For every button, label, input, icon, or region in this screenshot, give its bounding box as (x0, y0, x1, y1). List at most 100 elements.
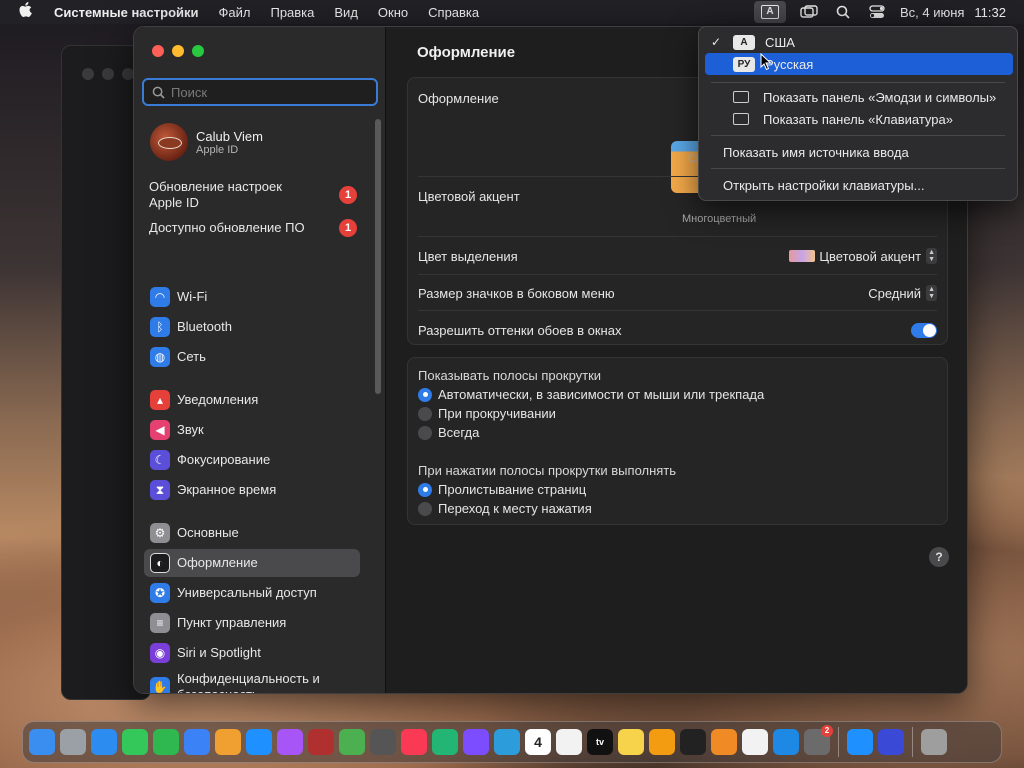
accent-label: Цветовой акцент (418, 188, 520, 204)
menubar-date[interactable]: Вс, 4 июня (900, 5, 964, 20)
icon-size-popup[interactable]: Средний ▲ ▼ (868, 285, 937, 301)
search-input[interactable] (171, 84, 361, 100)
radio-button[interactable] (418, 425, 432, 440)
dock-finder-icon[interactable] (29, 729, 55, 755)
menu-window[interactable]: Окно (378, 5, 408, 20)
search-field[interactable] (142, 78, 378, 106)
zoom-button[interactable] (192, 45, 204, 57)
dock-stocks-icon[interactable] (680, 729, 706, 755)
dock-notes-purple-icon[interactable] (463, 729, 489, 755)
radio-button[interactable] (418, 387, 432, 402)
scroll-click-option[interactable]: Переход к месту нажатия (418, 501, 592, 516)
sidebar-item-bluetooth[interactable]: ᛒ Bluetooth (144, 313, 360, 341)
dock-music-icon[interactable] (401, 729, 427, 755)
sidebar-item-label: Bluetooth (177, 319, 232, 334)
dock-launchpad-icon[interactable] (60, 729, 86, 755)
sidebar-item-accessibility[interactable]: ✪ Универсальный доступ (144, 579, 360, 607)
menu-item-russian[interactable]: РУ Русская (705, 53, 1013, 75)
sidebar-item-globe[interactable]: ◍ Сеть (144, 343, 360, 371)
dock-trash-icon[interactable] (921, 729, 947, 755)
dock-reminders-icon[interactable] (742, 729, 768, 755)
sidebar-item-label: Обновление настроек Apple ID (149, 179, 282, 210)
sidebar-item-wifi[interactable]: ◠ Wi-Fi (144, 283, 360, 311)
dock-tv-icon[interactable]: tv (587, 729, 613, 755)
dock-app-store-2-icon[interactable] (847, 729, 873, 755)
sidebar-item-bell[interactable]: ▴ Уведомления (144, 386, 360, 414)
dock-podcasts-icon[interactable] (277, 729, 303, 755)
highlight-value: Цветовой акцент (819, 248, 922, 264)
menubar-app-name[interactable]: Системные настройки (54, 5, 199, 20)
sidebar-item-control-center[interactable]: ≡ Пункт управления (144, 609, 360, 637)
control-center-icon[interactable] (866, 2, 888, 22)
menu-item-emoji-panel[interactable]: Показать панель «Эмодзи и символы» (705, 86, 1013, 108)
sidebar-item-software-update[interactable]: Доступно обновление ПО 1 (149, 219, 369, 237)
dock-maps-icon[interactable] (339, 729, 365, 755)
sidebar-item-label: Фокусирование (177, 452, 271, 467)
sidebar-item-label: Оформление (177, 555, 258, 570)
dock-calendar-icon[interactable]: 4 (525, 729, 551, 755)
sidebar-item-siri[interactable]: ◉ Siri и Spotlight (144, 639, 360, 667)
menu-view[interactable]: Вид (334, 5, 358, 20)
dock-system-settings-icon[interactable]: 2 (804, 725, 833, 755)
apple-icon[interactable] (18, 2, 34, 22)
dock-weather-icon[interactable] (494, 729, 520, 755)
dock-calculator-icon[interactable] (370, 729, 396, 755)
dock-dictionary-icon[interactable] (308, 729, 334, 755)
menu-edit[interactable]: Правка (270, 5, 314, 20)
sidebar-item-appearance[interactable]: ◐ Оформление (144, 549, 360, 577)
dock-home-icon[interactable] (649, 729, 675, 755)
apple-id-profile[interactable]: Calub Viem Apple ID (150, 123, 263, 161)
close-button[interactable] (152, 45, 164, 57)
dock-facetime-icon[interactable] (153, 729, 179, 755)
tint-toggle[interactable] (911, 322, 937, 338)
emoji-panel-icon (733, 91, 749, 103)
input-source-menu[interactable]: A (753, 1, 786, 23)
sidebar-scrollbar[interactable] (375, 119, 381, 394)
scroll-show-option[interactable]: При прокручивании (418, 406, 556, 421)
avatar (150, 123, 188, 161)
dock-notes-icon[interactable] (618, 729, 644, 755)
menu-item-open-keyboard-settings[interactable]: Открыть настройки клавиатуры... (705, 174, 1013, 196)
radio-button[interactable] (418, 406, 432, 421)
menu-item-keyboard-panel[interactable]: Показать панель «Клавиатура» (705, 108, 1013, 130)
dock-photos-icon[interactable] (215, 729, 241, 755)
menu-item-label: Показать имя источника ввода (723, 144, 909, 160)
menu-help[interactable]: Справка (428, 5, 479, 20)
sidebar-item-hourglass[interactable]: ⧗ Экранное время (144, 476, 360, 504)
dock-mail-icon[interactable] (184, 729, 210, 755)
bluetooth-icon: ᛒ (150, 317, 170, 337)
dock-keynote-icon[interactable] (773, 729, 799, 755)
window-controls (152, 45, 204, 57)
sidebar-item-apple-id-update[interactable]: Обновление настроек Apple ID 1 (149, 179, 369, 211)
spotlight-search-icon[interactable] (832, 2, 854, 22)
sidebar-item-moon[interactable]: ☾ Фокусирование (144, 446, 360, 474)
dock-badge: 2 (821, 725, 833, 737)
scroll-show-option[interactable]: Автоматически, в зависимости от мыши или… (418, 387, 764, 402)
dock-screensaver-icon[interactable] (878, 729, 904, 755)
menu-item-usa[interactable]: ✓ A США (705, 31, 1013, 53)
dock-freeform-icon[interactable] (556, 729, 582, 755)
dock-app-store-icon[interactable] (246, 729, 272, 755)
dock-books-icon[interactable] (711, 729, 737, 755)
radio-button[interactable] (418, 501, 432, 516)
sidebar-item-speaker[interactable]: ◀ Звук (144, 416, 360, 444)
hand-icon: ✋ (150, 677, 170, 693)
minimize-button[interactable] (172, 45, 184, 57)
display-icon[interactable] (798, 2, 820, 22)
tint-label: Разрешить оттенки обоев в окнах (418, 322, 622, 338)
sidebar-item-hand[interactable]: ✋ Конфиденциальность и безопасность (144, 667, 360, 693)
menu-item-label: Показать панель «Эмодзи и символы» (763, 89, 997, 105)
sidebar-item-label: Звук (177, 422, 204, 437)
menu-item-show-source-name[interactable]: Показать имя источника ввода (705, 141, 1013, 163)
dock-safari-icon[interactable] (91, 729, 117, 755)
highlight-popup[interactable]: Цветовой акцент ▲ ▼ (789, 248, 937, 264)
scroll-click-option[interactable]: Пролистывание страниц (418, 482, 586, 497)
dock-find-my-icon[interactable] (432, 729, 458, 755)
help-button[interactable]: ? (929, 547, 949, 567)
sidebar-item-gear[interactable]: ⚙ Основные (144, 519, 360, 547)
dock-messages-icon[interactable] (122, 729, 148, 755)
radio-button[interactable] (418, 482, 432, 497)
scroll-show-option[interactable]: Всегда (418, 425, 479, 440)
menubar-time[interactable]: 11:32 (974, 5, 1006, 20)
menu-file[interactable]: Файл (219, 5, 251, 20)
